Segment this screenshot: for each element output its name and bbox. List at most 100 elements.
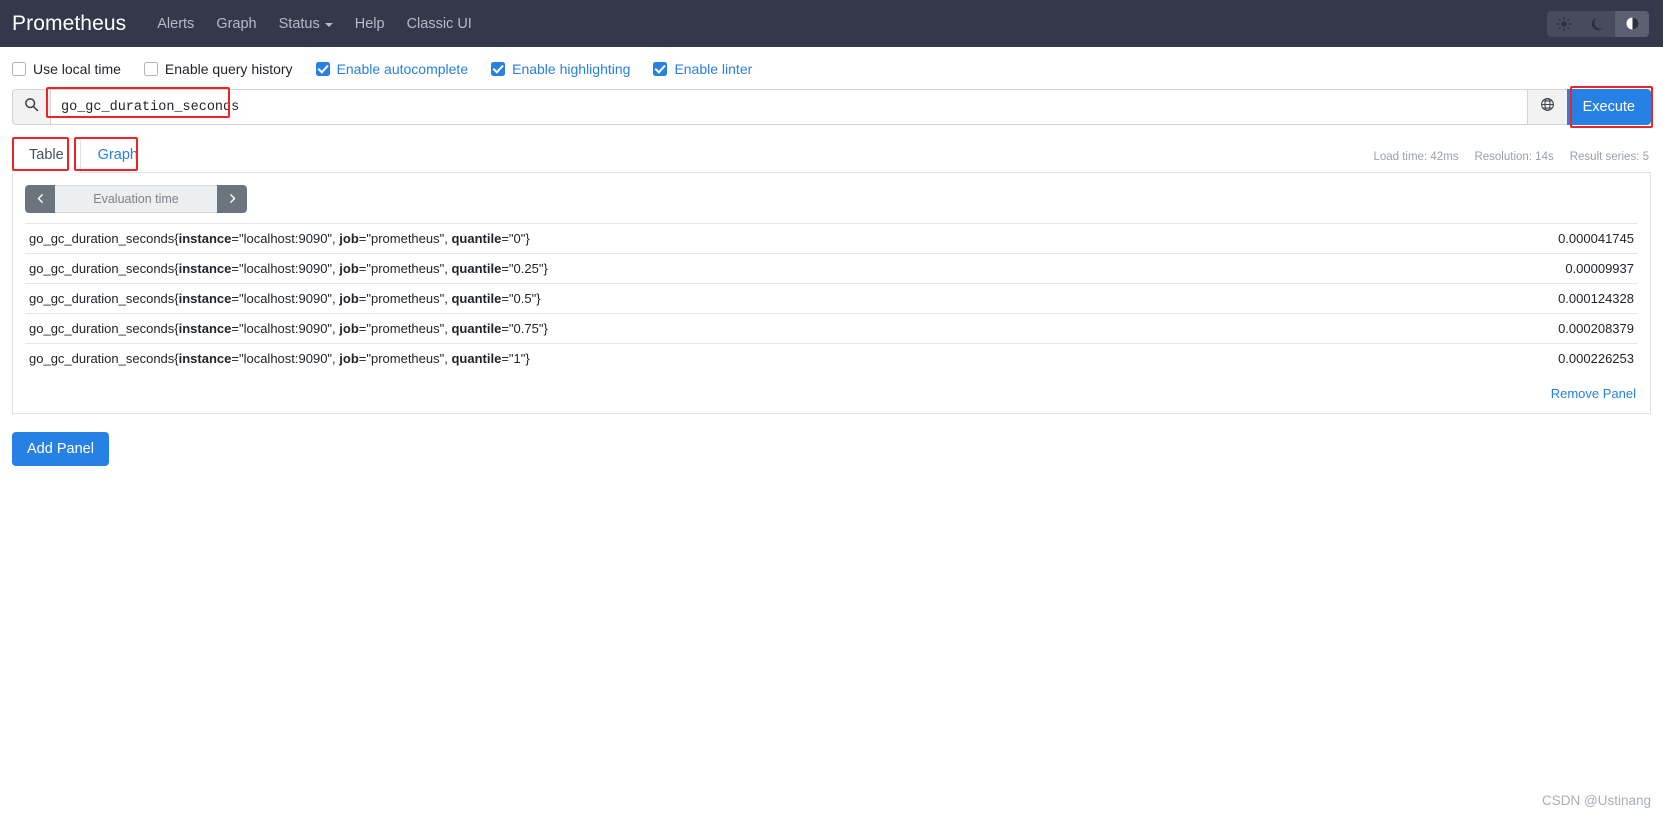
option-enable-highlighting[interactable]: Enable highlighting — [491, 61, 630, 77]
nav-link-help-label: Help — [354, 15, 385, 32]
checkbox-enable-highlighting[interactable] — [491, 62, 506, 76]
table-cell-value: 0.000208379 — [1438, 313, 1638, 344]
half-circle-icon — [1625, 16, 1640, 31]
theme-dark-button[interactable] — [1581, 11, 1615, 37]
label-name: quantile — [451, 321, 502, 336]
label-value: ="prometheus", — [358, 351, 452, 366]
label-name: instance — [178, 321, 232, 336]
metric-series-4: go_gc_duration_seconds{instance="localho… — [29, 351, 530, 366]
nav-link-help[interactable]: Help — [344, 10, 396, 38]
option-enable-autocomplete-label: Enable autocomplete — [336, 61, 469, 77]
add-panel-wrap: Add Panel — [0, 414, 1663, 466]
tab-graph[interactable]: Graph — [81, 138, 155, 173]
theme-toggle-group — [1547, 10, 1649, 37]
nav-link-graph[interactable]: Graph — [205, 10, 267, 38]
label-value: ="localhost:9090", — [231, 351, 340, 366]
query-bar: go_gc_duration_seconds Execute — [12, 86, 1653, 128]
label-name: instance — [178, 291, 232, 306]
result-panel: Evaluation time go_gc_duration_seconds{i… — [12, 173, 1651, 414]
label-value: ="1" — [501, 351, 526, 366]
brand-prometheus[interactable]: Prometheus — [12, 12, 126, 36]
label-value: ="prometheus", — [358, 321, 452, 336]
label-name: job — [339, 321, 359, 336]
load-time-stat: Load time: 42ms — [1373, 151, 1459, 163]
table-cell-value: 0.000226253 — [1438, 343, 1638, 373]
chevron-right-icon — [227, 191, 238, 207]
evaluation-time-prev-button[interactable] — [25, 185, 55, 213]
label-name: instance — [178, 261, 232, 276]
theme-light-button[interactable] — [1547, 11, 1581, 37]
table-cell-metric: go_gc_duration_seconds{instance="localho… — [25, 253, 1438, 284]
tab-table[interactable]: Table — [12, 137, 81, 173]
query-input[interactable]: go_gc_duration_seconds — [50, 89, 1527, 125]
table-cell-value: 0.000124328 — [1438, 283, 1638, 314]
results-table: go_gc_duration_seconds{instance="localho… — [25, 223, 1638, 373]
results-table-body: go_gc_duration_seconds{instance="localho… — [25, 223, 1638, 373]
label-name: job — [339, 261, 359, 276]
table-cell-metric: go_gc_duration_seconds{instance="localho… — [25, 313, 1438, 344]
label-name: quantile — [451, 261, 502, 276]
option-use-local-time[interactable]: Use local time — [12, 61, 121, 77]
execute-button[interactable]: Execute — [1566, 89, 1651, 125]
nav-link-classic-ui[interactable]: Classic UI — [396, 10, 483, 38]
label-value: ="localhost:9090", — [231, 261, 340, 276]
nav-link-status-label: Status — [278, 15, 320, 32]
option-enable-highlighting-label: Enable highlighting — [512, 61, 631, 77]
label-value: ="prometheus", — [358, 291, 452, 306]
search-icon-box — [12, 89, 50, 125]
search-icon — [24, 97, 39, 117]
query-stats: Load time: 42ms Resolution: 14s Result s… — [1373, 151, 1649, 163]
table-row[interactable]: go_gc_duration_seconds{instance="localho… — [25, 223, 1638, 254]
label-value: ="localhost:9090", — [231, 231, 340, 246]
nav-link-classic-ui-label: Classic UI — [406, 15, 472, 32]
option-use-local-time-label: Use local time — [33, 61, 121, 77]
nav-links: Alerts Graph Status Help Classic UI — [146, 10, 483, 38]
nav-link-graph-label: Graph — [216, 15, 257, 32]
label-name: quantile — [451, 231, 502, 246]
table-row[interactable]: go_gc_duration_seconds{instance="localho… — [25, 283, 1638, 314]
metric-series-0: go_gc_duration_seconds{instance="localho… — [29, 231, 530, 246]
table-row[interactable]: go_gc_duration_seconds{instance="localho… — [25, 343, 1638, 373]
metric-series-3: go_gc_duration_seconds{instance="localho… — [29, 321, 548, 336]
label-name: instance — [178, 351, 232, 366]
label-value: ="0.75" — [501, 321, 544, 336]
label-name: instance — [178, 231, 232, 246]
add-panel-button[interactable]: Add Panel — [12, 432, 109, 466]
checkbox-enable-linter[interactable] — [653, 62, 668, 76]
globe-icon — [1540, 97, 1555, 117]
metric-explorer-button[interactable] — [1526, 89, 1567, 125]
chevron-down-icon — [324, 22, 333, 27]
label-value: ="localhost:9090", — [231, 321, 340, 336]
checkbox-enable-autocomplete[interactable] — [315, 62, 330, 76]
table-cell-metric: go_gc_duration_seconds{instance="localho… — [25, 223, 1438, 254]
remove-panel-link[interactable]: Remove Panel — [1551, 386, 1636, 401]
table-row[interactable]: go_gc_duration_seconds{instance="localho… — [25, 253, 1638, 284]
nav-link-status[interactable]: Status — [268, 10, 344, 38]
label-name: quantile — [451, 291, 502, 306]
evaluation-time-group: Evaluation time — [25, 185, 247, 213]
evaluation-time-input[interactable]: Evaluation time — [55, 185, 217, 213]
navbar: Prometheus Alerts Graph Status Help Clas… — [0, 0, 1663, 47]
chevron-left-icon — [35, 191, 46, 207]
option-enable-linter[interactable]: Enable linter — [653, 61, 752, 77]
nav-link-alerts-label: Alerts — [157, 15, 195, 32]
label-value: ="localhost:9090", — [231, 291, 340, 306]
table-row[interactable]: go_gc_duration_seconds{instance="localho… — [25, 313, 1638, 344]
metric-series-2: go_gc_duration_seconds{instance="localho… — [29, 291, 541, 306]
label-value: ="0.5" — [501, 291, 537, 306]
checkbox-use-local-time[interactable] — [12, 62, 26, 76]
checkbox-enable-query-history[interactable] — [143, 62, 158, 76]
label-value: ="0.25" — [501, 261, 544, 276]
table-cell-metric: go_gc_duration_seconds{instance="localho… — [25, 343, 1438, 373]
query-input-value: go_gc_duration_seconds — [61, 99, 240, 115]
table-cell-value: 0.000041745 — [1438, 223, 1638, 254]
label-name: job — [339, 231, 359, 246]
nav-link-alerts[interactable]: Alerts — [146, 10, 205, 38]
query-options-row: Use local time Enable query history Enab… — [0, 47, 1663, 89]
evaluation-time-next-button[interactable] — [217, 185, 247, 213]
option-enable-query-history[interactable]: Enable query history — [143, 61, 293, 77]
watermark: CSDN @Ustinang — [1542, 793, 1651, 808]
theme-auto-button[interactable] — [1615, 10, 1649, 37]
label-name: job — [339, 291, 359, 306]
option-enable-autocomplete[interactable]: Enable autocomplete — [315, 61, 469, 77]
